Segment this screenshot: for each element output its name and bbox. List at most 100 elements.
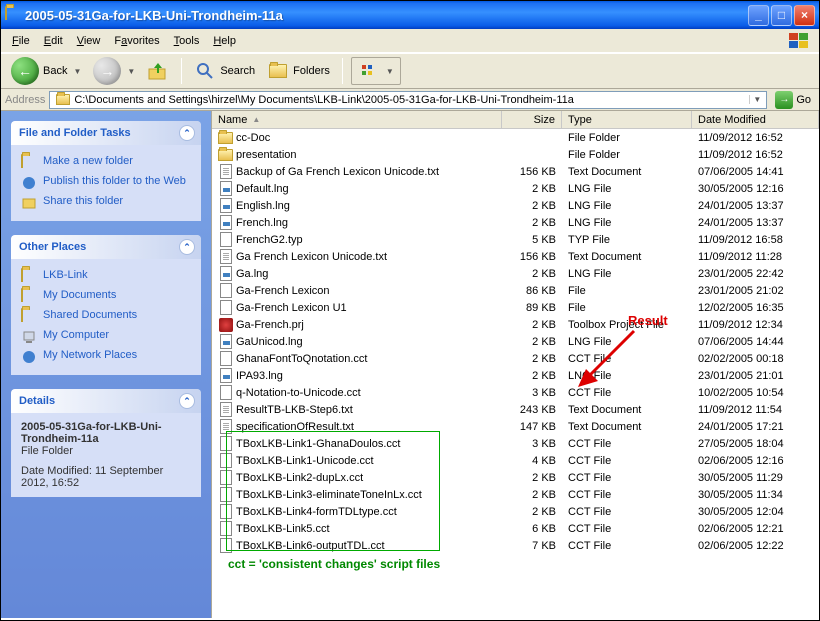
- chevron-down-icon[interactable]: ▼: [73, 67, 81, 76]
- folder-icon: [218, 130, 233, 145]
- file-type: LNG File: [562, 183, 692, 195]
- file-type: CCT File: [562, 353, 692, 365]
- file-type: LNG File: [562, 200, 692, 212]
- chevron-up-icon[interactable]: ⌃: [179, 393, 195, 409]
- file-row[interactable]: IPA93.lng2 KBLNG File23/01/2005 21:01: [212, 367, 819, 384]
- menu-help[interactable]: Help: [206, 33, 243, 49]
- chevron-down-icon[interactable]: ▼: [127, 67, 135, 76]
- file-type: Text Document: [562, 421, 692, 433]
- chevron-up-icon[interactable]: ⌃: [179, 125, 195, 141]
- file-size: 3 KB: [502, 387, 562, 399]
- views-icon: [358, 60, 380, 82]
- menu-file[interactable]: File: [5, 33, 37, 49]
- chevron-up-icon[interactable]: ⌃: [179, 239, 195, 255]
- file-date: 24/01/2005 17:21: [692, 421, 819, 433]
- task-link[interactable]: Make a new folder: [21, 153, 191, 173]
- place-link[interactable]: My Computer: [21, 327, 191, 347]
- file-name: TBoxLKB-Link5.cct: [236, 523, 330, 535]
- file-row[interactable]: GhanaFontToQnotation.cct2 KBCCT File02/0…: [212, 350, 819, 367]
- file-row[interactable]: TBoxLKB-Link2-dupLx.cct2 KBCCT File30/05…: [212, 469, 819, 486]
- column-type[interactable]: Type: [562, 111, 692, 128]
- address-field[interactable]: C:\Documents and Settings\hirzel\My Docu…: [49, 91, 767, 109]
- file-row[interactable]: TBoxLKB-Link5.cct6 KBCCT File02/06/2005 …: [212, 520, 819, 537]
- close-button[interactable]: ×: [794, 5, 815, 26]
- menu-view[interactable]: View: [70, 33, 108, 49]
- file-date: 11/09/2012 11:54: [692, 404, 819, 416]
- file-size: 4 KB: [502, 455, 562, 467]
- folders-button[interactable]: Folders: [263, 58, 334, 84]
- search-button[interactable]: Search: [190, 58, 259, 84]
- maximize-button[interactable]: □: [771, 5, 792, 26]
- place-link[interactable]: My Network Places: [21, 347, 191, 367]
- address-label: Address: [5, 94, 45, 106]
- column-date[interactable]: Date Modified: [692, 111, 819, 128]
- file-row[interactable]: ResultTB-LKB-Step6.txt243 KBText Documen…: [212, 401, 819, 418]
- task-link[interactable]: Publish this folder to the Web: [21, 173, 191, 193]
- file-row[interactable]: Ga-French Lexicon U189 KBFile12/02/2005 …: [212, 299, 819, 316]
- back-button[interactable]: ← Back ▼: [7, 55, 85, 87]
- place-link[interactable]: My Documents: [21, 287, 191, 307]
- column-name[interactable]: Name▲: [212, 111, 502, 128]
- folder-icon: [52, 89, 74, 111]
- place-label: Shared Documents: [43, 309, 137, 321]
- txt-icon: [218, 419, 233, 434]
- search-label: Search: [220, 65, 255, 77]
- file-row[interactable]: Ga-French Lexicon86 KBFile23/01/2005 21:…: [212, 282, 819, 299]
- file-size: 5 KB: [502, 234, 562, 246]
- file-name: TBoxLKB-Link1-Unicode.cct: [236, 455, 374, 467]
- file-date: 02/06/2005 12:22: [692, 540, 819, 552]
- task-link[interactable]: Share this folder: [21, 193, 191, 213]
- up-button[interactable]: [143, 58, 173, 84]
- column-headers: Name▲ Size Type Date Modified: [212, 111, 819, 129]
- file-type: CCT File: [562, 472, 692, 484]
- file-row[interactable]: q-Notation-to-Unicode.cct3 KBCCT File10/…: [212, 384, 819, 401]
- file-size: 147 KB: [502, 421, 562, 433]
- minimize-button[interactable]: _: [748, 5, 769, 26]
- file-row[interactable]: Ga-French.prj2 KBToolbox Project File11/…: [212, 316, 819, 333]
- go-button[interactable]: → Go: [771, 91, 815, 109]
- panel-header[interactable]: Details ⌃: [11, 389, 201, 413]
- txt-icon: [218, 402, 233, 417]
- file-row[interactable]: FrenchG2.typ5 KBTYP File11/09/2012 16:58: [212, 231, 819, 248]
- file-date: 24/01/2005 13:37: [692, 200, 819, 212]
- file-row[interactable]: TBoxLKB-Link4-formTDLtype.cct2 KBCCT Fil…: [212, 503, 819, 520]
- panel-header[interactable]: File and Folder Tasks ⌃: [11, 121, 201, 145]
- chevron-down-icon[interactable]: ▼: [749, 95, 764, 104]
- views-button[interactable]: ▼: [351, 57, 401, 85]
- menu-bar: FileEditViewFavoritesToolsHelp: [1, 29, 819, 53]
- file-row[interactable]: TBoxLKB-Link3-eliminateToneInLx.cct2 KBC…: [212, 486, 819, 503]
- file-date: 23/01/2005 21:01: [692, 370, 819, 382]
- file-row[interactable]: Ga French Lexicon Unicode.txt156 KBText …: [212, 248, 819, 265]
- place-link[interactable]: LKB-Link: [21, 267, 191, 287]
- file-row[interactable]: TBoxLKB-Link6-outputTDL.cct7 KBCCT File0…: [212, 537, 819, 554]
- file-row[interactable]: TBoxLKB-Link1-GhanaDoulos.cct3 KBCCT Fil…: [212, 435, 819, 452]
- file-row[interactable]: TBoxLKB-Link1-Unicode.cct4 KBCCT File02/…: [212, 452, 819, 469]
- file-row[interactable]: specificationOfResult.txt147 KBText Docu…: [212, 418, 819, 435]
- details-modified: Date Modified: 11 September 2012, 16:52: [21, 465, 191, 489]
- panel-title: Other Places: [19, 241, 86, 253]
- file-folder-tasks-panel: File and Folder Tasks ⌃ Make a new folde…: [11, 121, 201, 221]
- chevron-down-icon[interactable]: ▼: [386, 67, 394, 76]
- file-row[interactable]: presentationFile Folder11/09/2012 16:52: [212, 146, 819, 163]
- panel-header[interactable]: Other Places ⌃: [11, 235, 201, 259]
- file-row[interactable]: French.lng2 KBLNG File24/01/2005 13:37: [212, 214, 819, 231]
- file-name: TBoxLKB-Link2-dupLx.cct: [236, 472, 363, 484]
- menu-edit[interactable]: Edit: [37, 33, 70, 49]
- file-row[interactable]: Default.lng2 KBLNG File30/05/2005 12:16: [212, 180, 819, 197]
- place-link[interactable]: Shared Documents: [21, 307, 191, 327]
- task-label: Share this folder: [43, 195, 123, 207]
- file-row[interactable]: cc-DocFile Folder11/09/2012 16:52: [212, 129, 819, 146]
- file-date: 30/05/2005 11:34: [692, 489, 819, 501]
- file-row[interactable]: English.lng2 KBLNG File24/01/2005 13:37: [212, 197, 819, 214]
- file-date: 27/05/2005 18:04: [692, 438, 819, 450]
- file-date: 11/09/2012 16:52: [692, 132, 819, 144]
- forward-button[interactable]: → ▼: [89, 55, 139, 87]
- file-size: 2 KB: [502, 336, 562, 348]
- column-size[interactable]: Size: [502, 111, 562, 128]
- menu-favorites[interactable]: Favorites: [107, 33, 166, 49]
- file-row[interactable]: Ga.lng2 KBLNG File23/01/2005 22:42: [212, 265, 819, 282]
- file-name: Ga French Lexicon Unicode.txt: [236, 251, 387, 263]
- file-row[interactable]: Backup of Ga French Lexicon Unicode.txt1…: [212, 163, 819, 180]
- file-row[interactable]: GaUnicod.lng2 KBLNG File07/06/2005 14:44: [212, 333, 819, 350]
- menu-tools[interactable]: Tools: [167, 33, 207, 49]
